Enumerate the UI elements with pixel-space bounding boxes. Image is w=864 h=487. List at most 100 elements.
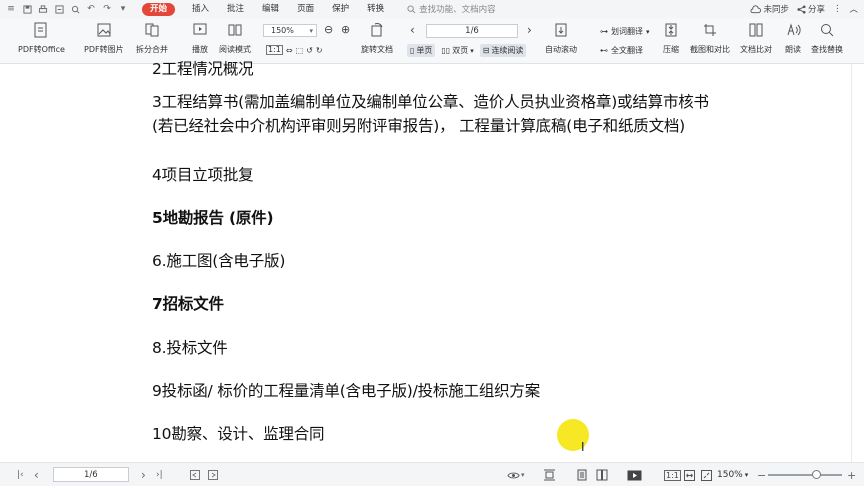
split-merge-button[interactable]: 拆分合并 — [136, 22, 168, 55]
export-icon[interactable] — [54, 4, 64, 14]
single-page-button[interactable]: ▯ 单页 — [407, 44, 436, 57]
share-label: 分享 — [807, 5, 825, 15]
translate-full-label: 全文翻译 — [611, 46, 643, 55]
fit-page-icon[interactable] — [701, 463, 712, 487]
zoom-out-icon[interactable]: − — [757, 463, 766, 487]
doc-compare-label: 文档比对 — [740, 45, 772, 54]
quick-access-toolbar: ≡ ↶ ↷ ▾ — [0, 4, 128, 14]
read-aloud-icon — [784, 22, 802, 38]
page-number-input[interactable]: 1/6 — [426, 24, 518, 38]
page-indicator: 1/6 — [465, 26, 479, 36]
screenshot-compare-button[interactable]: 截图和对比 — [690, 22, 730, 55]
fit-width-icon[interactable] — [684, 463, 695, 487]
sync-button[interactable]: 未同步 — [750, 3, 789, 15]
eye-icon[interactable]: ▾ — [507, 463, 525, 487]
print-icon[interactable] — [38, 4, 48, 14]
text-cursor-icon: I — [581, 440, 585, 454]
rotate-left-icon[interactable]: ↺ — [306, 46, 313, 55]
last-page-icon[interactable]: ›| — [156, 463, 163, 487]
search-placeholder: 查找功能、文档内容 — [419, 5, 496, 15]
fit-width-icon[interactable]: ⇔ — [286, 46, 293, 55]
view-mode-row: ▯ 单页 ▯▯ 双页 ▾ ⊟ 连续阅读 — [407, 44, 527, 57]
actual-size-icon[interactable]: 1:1 — [664, 463, 681, 487]
doc-line: 10勘察、设计、监理合同 — [152, 425, 325, 443]
continuous-view-icon[interactable] — [543, 463, 556, 487]
pdf-to-office-button[interactable]: PDF转Office — [18, 22, 65, 55]
doc-compare-button[interactable]: 文档比对 — [740, 22, 772, 55]
compare-icon — [747, 22, 765, 38]
play-button[interactable]: 播放 — [191, 22, 209, 55]
translate-word-label: 划词翻译 — [611, 27, 643, 36]
play-icon — [191, 22, 209, 38]
zoom-in-icon[interactable]: ⊕ — [341, 24, 350, 36]
tab-insert[interactable]: 插入 — [183, 0, 218, 18]
status-page-input[interactable]: 1/6 — [53, 467, 129, 482]
redo-icon[interactable]: ↷ — [102, 4, 112, 14]
translate-doc-icon: ⊷ — [600, 46, 608, 55]
chevron-down-icon: ▾ — [470, 46, 474, 55]
zoom-input[interactable]: 150% ▾ — [263, 24, 317, 37]
doc-line: 7招标文件 — [152, 295, 224, 313]
first-page-icon[interactable]: |‹ — [17, 463, 24, 487]
fit-tools: 1:1 ⇔ ⬚ ↺ ↻ — [266, 45, 323, 55]
next-page-icon[interactable]: › — [527, 23, 532, 37]
fit-page-icon[interactable]: ⬚ — [296, 46, 304, 55]
tab-edit[interactable]: 编辑 — [253, 0, 288, 18]
zoom-slider[interactable] — [768, 474, 842, 476]
rotate-document-button[interactable]: 旋转文档 — [361, 22, 393, 55]
compress-button[interactable]: 压缩 — [662, 22, 680, 55]
single-page-view-icon[interactable] — [577, 463, 587, 487]
read-aloud-button[interactable]: 朗读 — [784, 22, 802, 55]
tab-page[interactable]: 页面 — [288, 0, 323, 18]
read-mode-button[interactable]: 阅读模式 — [219, 22, 251, 55]
zoom-out-icon[interactable]: ⊖ — [324, 24, 333, 36]
more-options-icon[interactable]: ⋮ — [833, 4, 842, 14]
tab-comment[interactable]: 批注 — [218, 0, 253, 18]
double-page-button[interactable]: ▯▯ 双页 ▾ — [441, 45, 473, 56]
back-icon[interactable] — [190, 463, 200, 487]
continuous-label: 连续阅读 — [491, 46, 524, 55]
find-replace-button[interactable]: 查找替换 — [811, 22, 843, 55]
rotate-right-icon[interactable]: ↻ — [316, 46, 323, 55]
screenshot-compare-label: 截图和对比 — [690, 45, 730, 54]
menu-bar: ≡ ↶ ↷ ▾ 开始 插入 批注 编辑 页面 保护 转换 查找功能、文档内容 未… — [0, 0, 864, 18]
share-button[interactable]: 分享 — [797, 3, 825, 15]
zoom-slider-handle[interactable] — [811, 470, 821, 479]
ribbon-toolbar: PDF转Office PDF转图片 拆分合并 播放 阅读模式 150% ▾ ⊖ … — [0, 18, 864, 64]
single-page-icon: ▯ — [410, 46, 415, 55]
translate-full-button[interactable]: ⊷ 全文翻译 — [600, 45, 643, 56]
auto-scroll-button[interactable]: 自动滚动 — [545, 22, 577, 55]
forward-icon[interactable] — [208, 463, 218, 487]
print-preview-icon[interactable] — [70, 4, 80, 14]
continuous-icon: ⊟ — [482, 46, 490, 55]
book-view-icon[interactable] — [596, 463, 608, 487]
zoom-value: 150% — [271, 26, 294, 35]
doc-line: 9投标函/ 标价的工程量清单(含电子版)/投标施工组织方案 — [152, 382, 541, 400]
play-icon[interactable] — [627, 463, 642, 487]
document-view[interactable]: 2工程情况概况 3工程结算书(需加盖编制单位及编制单位公章、造价人员执业资格章)… — [0, 60, 864, 462]
search-box[interactable]: 查找功能、文档内容 — [407, 3, 496, 15]
vertical-scrollbar[interactable] — [851, 64, 852, 462]
translate-word-button[interactable]: ⊶ 划词翻译 ▾ — [600, 26, 650, 37]
rotate-label: 旋转文档 — [361, 45, 393, 54]
tab-convert[interactable]: 转换 — [358, 0, 393, 18]
tab-protect[interactable]: 保护 — [323, 0, 358, 18]
play-label: 播放 — [192, 45, 208, 54]
status-zoom[interactable]: 150% ▾ — [717, 463, 748, 487]
prev-page-icon[interactable]: ‹ — [410, 23, 415, 37]
actual-size-icon[interactable]: 1:1 — [266, 45, 283, 55]
save-icon[interactable] — [22, 4, 32, 14]
prev-page-icon[interactable]: ‹ — [34, 463, 39, 487]
chevron-down-icon[interactable]: ▾ — [309, 25, 313, 37]
menu-icon[interactable]: ≡ — [6, 4, 16, 14]
rotate-icon — [368, 22, 386, 38]
collapse-ribbon-icon[interactable]: ︿ — [849, 3, 858, 15]
dropdown-icon[interactable]: ▾ — [118, 4, 128, 14]
tab-start[interactable]: 开始 — [142, 2, 176, 16]
undo-icon[interactable]: ↶ — [86, 4, 96, 14]
zoom-in-icon[interactable]: + — [847, 463, 856, 487]
next-page-icon[interactable]: › — [141, 463, 146, 487]
continuous-read-button[interactable]: ⊟ 连续阅读 — [479, 44, 527, 57]
menu-tabs: 开始 插入 批注 编辑 页面 保护 转换 — [142, 0, 393, 18]
pdf-to-image-button[interactable]: PDF转图片 — [84, 22, 124, 55]
